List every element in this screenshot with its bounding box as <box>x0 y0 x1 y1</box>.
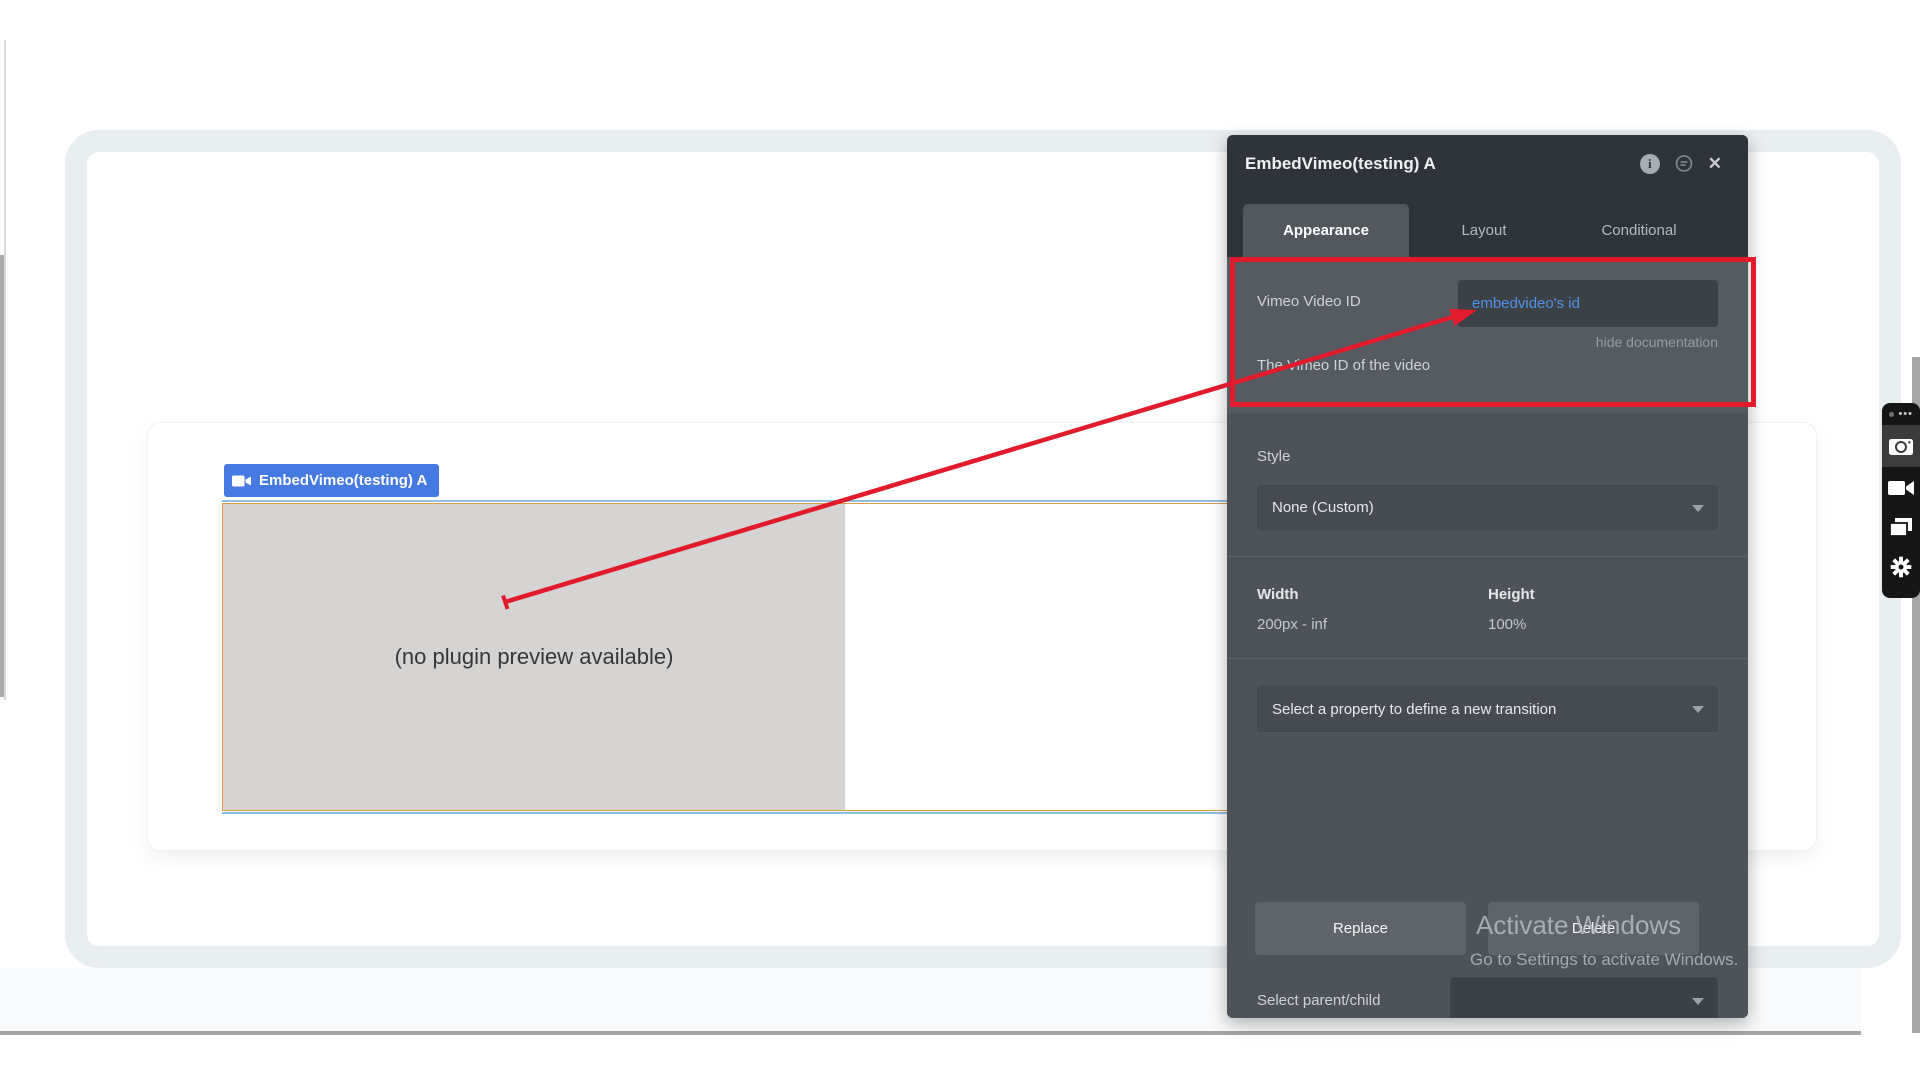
select-parent-child-label: Select parent/child <box>1257 992 1380 1009</box>
replace-button[interactable]: Replace <box>1255 902 1466 955</box>
floating-side-toolbar[interactable]: ••• <box>1882 403 1920 598</box>
vimeo-id-description: The Vimeo ID of the video <box>1257 357 1430 374</box>
camera-icon[interactable] <box>1882 425 1920 467</box>
section-divider <box>1227 556 1748 557</box>
delete-button[interactable]: Delete <box>1488 902 1699 955</box>
height-value: 100% <box>1488 616 1526 633</box>
element-top-edge-guide <box>222 500 1230 502</box>
vimeo-id-value: embedvideo's id <box>1472 295 1580 312</box>
element-bottom-edge-guide <box>222 812 1230 814</box>
width-value: 200px - inf <box>1257 616 1327 633</box>
plugin-placeholder-text: (no plugin preview available) <box>395 644 674 670</box>
chevron-down-icon <box>1692 706 1704 713</box>
property-editor-panel[interactable]: EmbedVimeo(testing) A i ✕ Appearance Lay… <box>1227 135 1748 1018</box>
tab-appearance[interactable]: Appearance <box>1243 204 1409 257</box>
panel-tab-row: Appearance Layout Conditional <box>1227 192 1748 257</box>
width-label: Width <box>1257 586 1299 603</box>
style-label: Style <box>1257 448 1290 465</box>
vimeo-id-input[interactable]: embedvideo's id <box>1458 280 1718 327</box>
copy-icon[interactable] <box>1882 509 1920 547</box>
section-divider <box>1227 658 1748 659</box>
ellipsis-icon[interactable]: ••• <box>1898 408 1913 420</box>
video-icon[interactable] <box>1882 467 1920 509</box>
style-dropdown-value: None (Custom) <box>1272 499 1374 516</box>
element-name-badge[interactable]: EmbedVimeo(testing) A <box>224 464 439 497</box>
height-label: Height <box>1488 586 1535 603</box>
transition-dropdown[interactable]: Select a property to define a new transi… <box>1257 686 1718 732</box>
gear-icon[interactable] <box>1882 547 1920 587</box>
panel-body: Vimeo Video ID embedvideo's id hide docu… <box>1227 257 1748 1018</box>
plugin-preview-area[interactable]: (no plugin preview available) <box>223 504 845 810</box>
video-badge-icon <box>232 474 252 488</box>
parent-child-dropdown[interactable] <box>1450 977 1718 1018</box>
panel-header[interactable]: EmbedVimeo(testing) A i ✕ <box>1227 135 1748 192</box>
left-panel-divider <box>4 40 6 700</box>
chevron-down-icon <box>1692 998 1704 1005</box>
transition-dropdown-placeholder: Select a property to define a new transi… <box>1272 701 1556 718</box>
tab-conditional[interactable]: Conditional <box>1559 204 1719 257</box>
embed-vimeo-element[interactable]: (no plugin preview available) <box>222 503 1230 811</box>
close-icon[interactable]: ✕ <box>1708 154 1722 174</box>
element-badge-label: EmbedVimeo(testing) A <box>259 472 427 489</box>
vimeo-id-label: Vimeo Video ID <box>1257 293 1361 310</box>
style-dropdown[interactable]: None (Custom) <box>1257 485 1718 530</box>
info-icon[interactable]: i <box>1640 154 1660 174</box>
chevron-down-icon <box>1692 505 1704 512</box>
tab-layout[interactable]: Layout <box>1409 204 1559 257</box>
status-dot <box>1889 412 1894 417</box>
canvas-bottom-border <box>0 1031 1861 1035</box>
toolbar-handle-row[interactable]: ••• <box>1882 403 1920 425</box>
comment-icon[interactable] <box>1674 154 1694 173</box>
hide-documentation-link[interactable]: hide documentation <box>1596 334 1718 350</box>
panel-title: EmbedVimeo(testing) A <box>1245 154 1640 174</box>
